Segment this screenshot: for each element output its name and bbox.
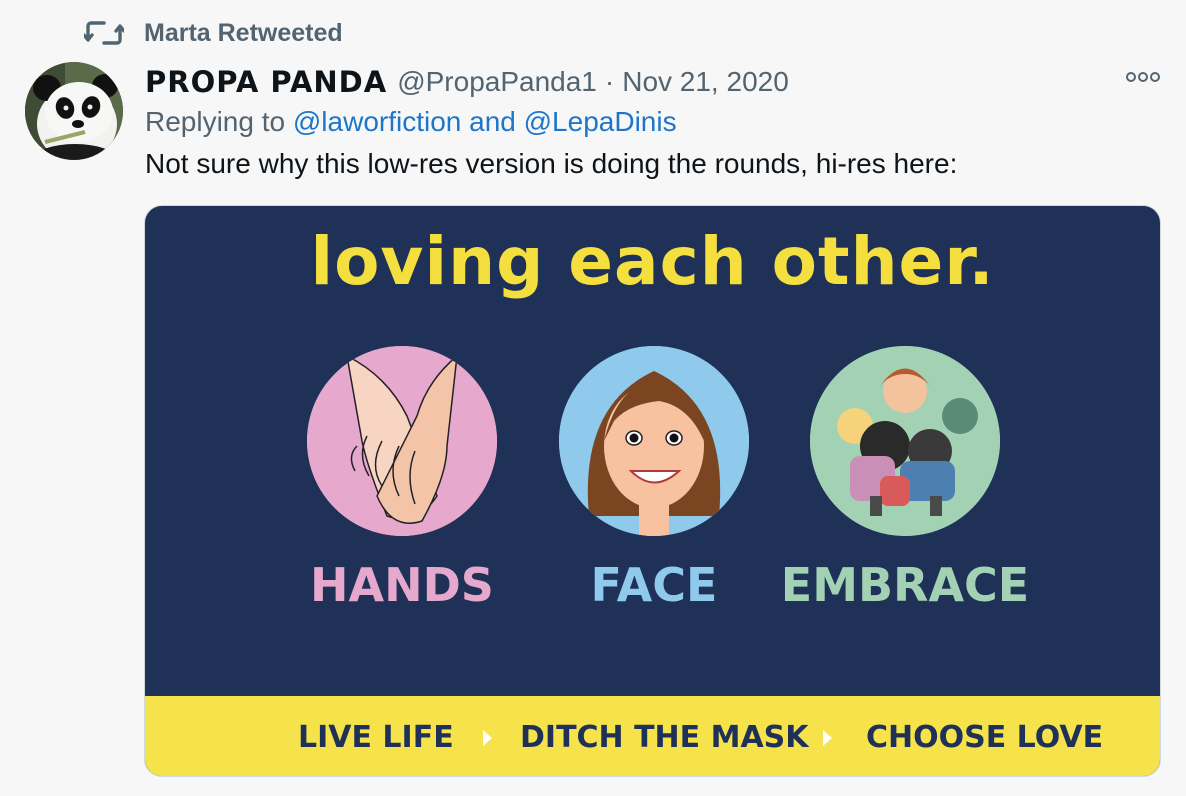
hands-illustration	[307, 346, 497, 536]
display-name[interactable]: PROPA PANDA	[145, 65, 387, 99]
tweet-text: Not sure why this low-res version is doi…	[145, 148, 958, 179]
tweet-header: PROPA PANDA @PropaPanda1 · Nov 21, 2020	[145, 62, 789, 102]
more-icon	[1125, 70, 1161, 88]
reply-prefix: Replying to	[145, 106, 293, 137]
tweet-date[interactable]: Nov 21, 2020	[622, 66, 789, 98]
slogan-choose-love: CHOOSE LOVE	[866, 720, 1104, 755]
tweet-media-image[interactable]: loving each other. HANDS FACE EMBRACE LI…	[144, 205, 1161, 777]
embrace-illustration	[810, 346, 1000, 536]
separator-dot: ·	[604, 66, 615, 97]
slogan-bar: LIVE LIFE DITCH THE MASK CHOOSE LOVE	[145, 696, 1160, 776]
user-handle[interactable]: @PropaPanda1	[397, 66, 597, 98]
chevron-right-icon	[483, 730, 492, 746]
avatar[interactable]	[25, 62, 123, 160]
retweet-label[interactable]: Marta Retweeted	[144, 19, 343, 48]
slogan-ditch-the-mask: DITCH THE MASK	[520, 720, 809, 755]
replying-to: Replying to @laworfiction and @LepaDinis	[145, 106, 677, 138]
media-headline: loving each other.	[310, 223, 995, 300]
reply-mentions-link[interactable]: @laworfiction and @LepaDinis	[293, 106, 677, 137]
retweet-icon	[84, 15, 124, 51]
slogan-live-life: LIVE LIFE	[298, 720, 454, 755]
retweet-context[interactable]: Marta Retweeted	[84, 14, 343, 52]
panda-avatar-image	[25, 62, 123, 160]
more-options-button[interactable]	[1122, 66, 1164, 92]
caption-embrace: EMBRACE	[780, 558, 1030, 612]
chevron-right-icon	[823, 730, 832, 746]
face-illustration	[559, 346, 749, 536]
